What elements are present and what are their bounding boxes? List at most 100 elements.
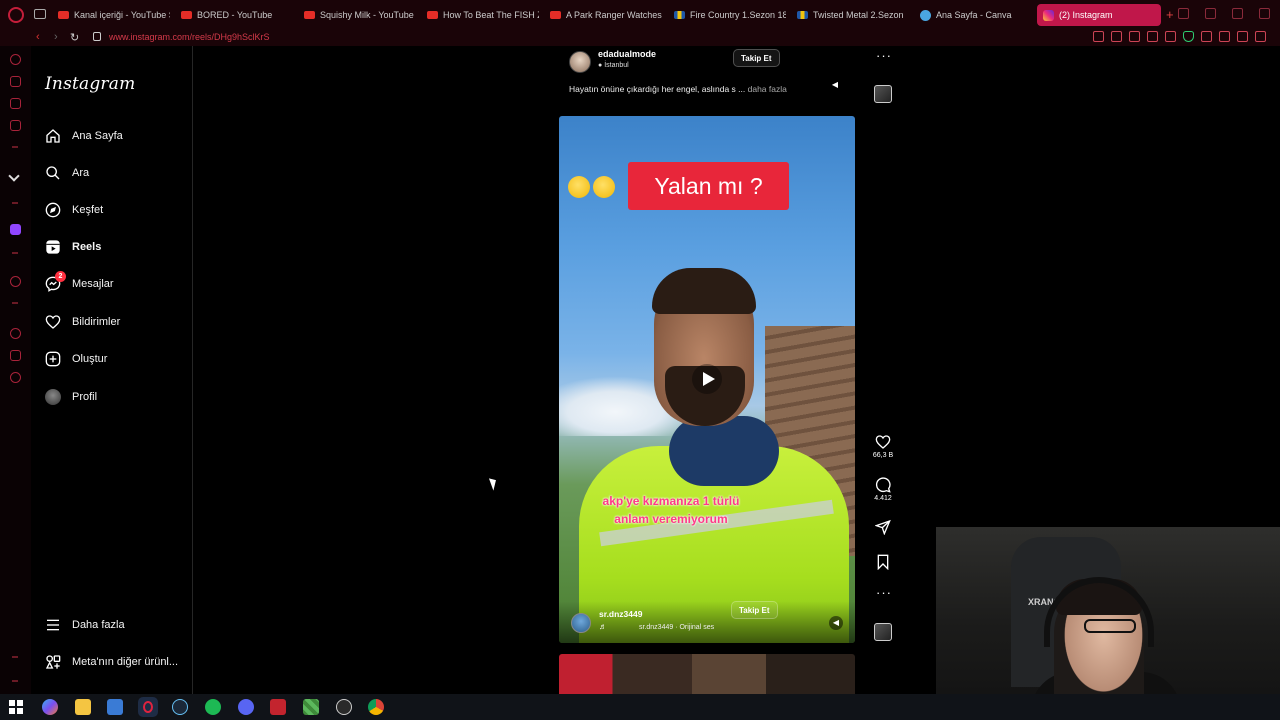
reel-video[interactable]: Yalan mı ? akp'ye kızmanıza 1 türlü anla… — [559, 116, 855, 643]
send-icon — [875, 519, 891, 535]
audio-thumbnail[interactable] — [874, 623, 892, 641]
audio-thumbnail[interactable] — [874, 85, 892, 103]
vpn-shield-icon[interactable] — [1183, 31, 1194, 42]
minimize-icon[interactable] — [1205, 8, 1216, 19]
plus-square-icon — [45, 351, 61, 367]
volume-icon[interactable]: ◀ — [828, 78, 842, 92]
url-field[interactable]: www.instagram.com/reels/DHg9hSclKrS — [109, 32, 270, 42]
more-options-icon[interactable]: ··· — [876, 48, 892, 63]
forward-button[interactable]: › — [54, 31, 58, 43]
download-icon[interactable] — [1237, 31, 1248, 42]
nav-profile[interactable]: Profil — [45, 389, 97, 405]
webcam-overlay: XRANC — [936, 527, 1280, 694]
opera-logo-icon[interactable] — [8, 7, 24, 23]
reel-audio-label[interactable]: sr.dnz3449 · Orijinal ses — [639, 624, 714, 631]
share-button[interactable] — [870, 519, 896, 535]
tab-instagram[interactable]: (2) Instagram — [1037, 4, 1161, 26]
tab-label: BORED - YouTube — [197, 10, 273, 20]
lock-icon[interactable] — [93, 32, 101, 41]
tab-fire-country[interactable]: Fire Country 1.Sezon 18 — [668, 4, 786, 26]
tab-twisted-metal[interactable]: Twisted Metal 2.Sezon — [791, 4, 909, 26]
tab-menu-icon[interactable] — [34, 9, 46, 19]
windows-taskbar — [0, 694, 1280, 720]
address-bar: ‹ › ↻ www.instagram.com/reels/DHg9hSclKr… — [0, 30, 1280, 46]
location-label: İstanbul — [604, 62, 629, 69]
extensions-sidebar-icon[interactable] — [10, 350, 21, 361]
nav-search[interactable]: Ara — [45, 165, 89, 181]
reel-username[interactable]: sr.dnz3449 — [599, 609, 642, 619]
account-icon[interactable] — [1219, 31, 1230, 42]
nav-more[interactable]: Daha fazla — [45, 617, 125, 633]
extension-icons — [1093, 31, 1266, 42]
more-options-icon[interactable]: ··· — [876, 585, 892, 600]
avatar[interactable] — [569, 51, 591, 73]
close-icon[interactable] — [1259, 8, 1270, 19]
nav-meta-products[interactable]: Meta'nın diğer ürünl... — [45, 654, 178, 670]
twitch-icon[interactable] — [10, 224, 21, 235]
back-button[interactable]: ‹ — [36, 31, 40, 43]
minecraft-icon[interactable] — [303, 699, 319, 715]
voice-app-icon[interactable] — [270, 699, 286, 715]
tab-fish[interactable]: How To Beat The FISH Z — [421, 4, 539, 26]
follow-button[interactable]: Takip Et — [731, 601, 778, 619]
tab-park-ranger[interactable]: A Park Ranger Watches — [544, 4, 662, 26]
player-icon[interactable] — [1147, 31, 1158, 42]
steam-icon[interactable] — [172, 699, 188, 715]
player-sidebar-icon[interactable] — [10, 276, 21, 287]
avatar[interactable] — [571, 613, 591, 633]
wallet-icon[interactable] — [10, 98, 21, 109]
volume-icon[interactable]: ◀ — [829, 616, 843, 630]
nav-reels[interactable]: Reels — [45, 239, 101, 255]
tab-label: Kanal içeriği - YouTube S — [74, 10, 170, 20]
chrome-icon[interactable] — [368, 699, 384, 715]
pin-icon[interactable] — [1093, 31, 1104, 42]
settings-icon[interactable] — [10, 372, 21, 383]
save-button[interactable] — [870, 554, 896, 570]
extensions-icon[interactable] — [1201, 31, 1212, 42]
tools-icon[interactable] — [10, 120, 21, 131]
aria-icon[interactable] — [10, 54, 21, 65]
aria-spark-icon[interactable] — [8, 170, 20, 182]
spotify-icon[interactable] — [205, 699, 221, 715]
menu-icon[interactable] — [1255, 31, 1266, 42]
instagram-logo[interactable]: Instagram — [45, 74, 135, 94]
nav-notifications[interactable]: Bildirimler — [45, 314, 120, 330]
opera-icon[interactable] — [140, 699, 156, 715]
nav-home[interactable]: Ana Sayfa — [45, 128, 123, 144]
like-button[interactable]: 66,3 B — [870, 434, 896, 459]
maximize-icon[interactable] — [1232, 8, 1243, 19]
tab-canva[interactable]: Ana Sayfa - Canva — [914, 4, 1032, 26]
nav-messages[interactable]: 2 Mesajlar — [45, 271, 114, 292]
nav-create[interactable]: Oluştur — [45, 351, 107, 367]
like-count: 66,3 B — [872, 452, 894, 459]
history-icon[interactable] — [10, 328, 21, 339]
nav-explore[interactable]: Keşfet — [45, 202, 103, 218]
follow-button[interactable]: Takip Et — [733, 49, 780, 67]
store-icon[interactable] — [107, 699, 123, 715]
play-icon[interactable] — [692, 364, 722, 394]
snapshot-icon[interactable] — [1111, 31, 1122, 42]
tab-youtube-channel[interactable]: Kanal içeriği - YouTube S — [52, 4, 170, 26]
reel-username[interactable]: edadualmode — [598, 49, 656, 59]
copilot-icon[interactable] — [42, 699, 58, 715]
reel-info-bar: sr.dnz3449 ♬ sr.dnz3449 · Orijinal ses T… — [559, 601, 855, 643]
comment-button[interactable]: 4.412 — [870, 477, 896, 502]
search-tabs-icon[interactable] — [1178, 8, 1189, 19]
heart-icon[interactable] — [1165, 31, 1176, 42]
next-reel-preview[interactable] — [559, 654, 855, 694]
windows-icon[interactable] — [9, 700, 23, 714]
adblock-icon[interactable] — [1129, 31, 1140, 42]
file-explorer-icon[interactable] — [75, 699, 91, 715]
tab-bored[interactable]: BORED - YouTube — [175, 4, 293, 26]
reel-location[interactable]: ● İstanbul — [598, 62, 629, 69]
caption-more-link[interactable]: daha fazla — [748, 84, 787, 94]
discord-icon[interactable] — [238, 699, 254, 715]
new-tab-button[interactable]: + — [1166, 7, 1174, 22]
tab-squishy-milk[interactable]: Squishy Milk - YouTube — [298, 4, 416, 26]
obs-icon[interactable] — [336, 699, 352, 715]
tab-label: A Park Ranger Watches — [566, 10, 662, 20]
shopping-icon[interactable] — [10, 76, 21, 87]
tab-label: (2) Instagram — [1059, 10, 1113, 20]
reload-button[interactable]: ↻ — [70, 31, 79, 44]
more-sidebar-icon[interactable] — [12, 680, 18, 682]
